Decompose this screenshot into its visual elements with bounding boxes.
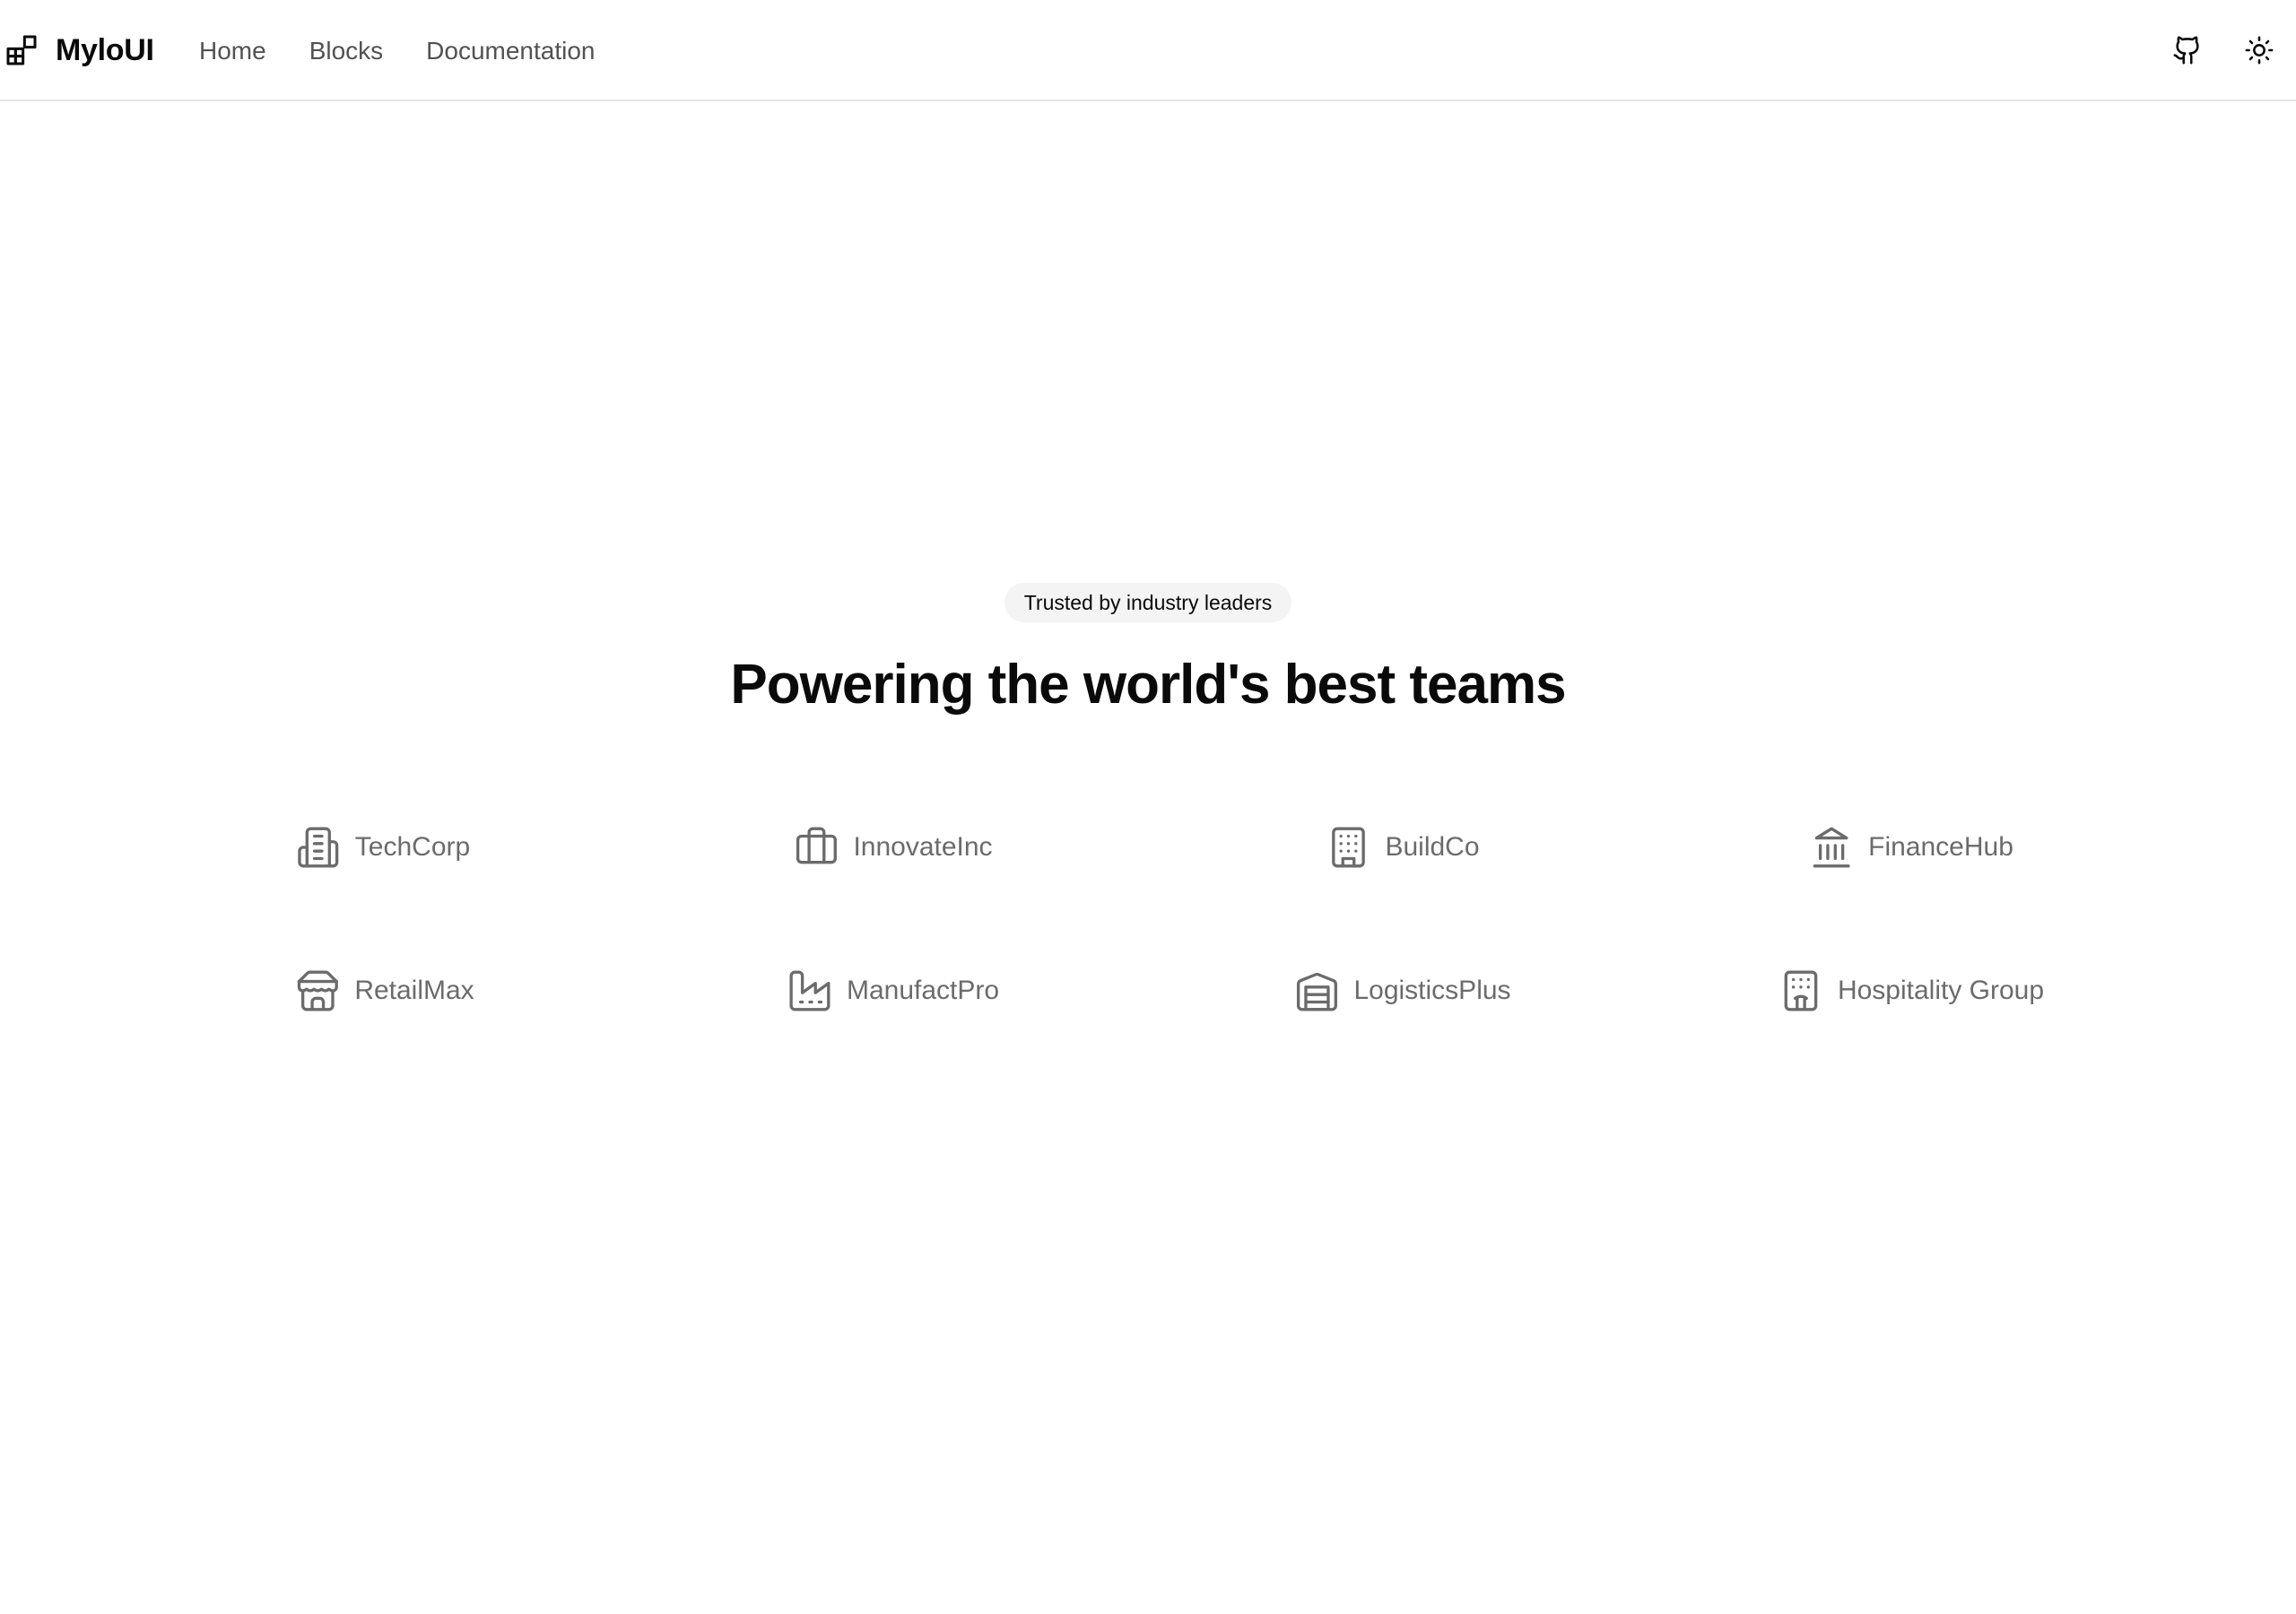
logo-logisticsplus: LogisticsPlus: [1294, 964, 1511, 1018]
site-header: MyloUI Home Blocks Documentation: [0, 0, 2296, 101]
logo-label: RetailMax: [354, 976, 474, 1005]
theme-toggle-button[interactable]: [2234, 25, 2284, 75]
logo-innovateinc: InnovateInc: [794, 820, 993, 874]
trusted-badge: Trusted by industry leaders: [1004, 583, 1292, 622]
sun-icon: [2245, 36, 2274, 65]
brand[interactable]: MyloUI: [4, 32, 154, 68]
store-icon: [297, 970, 338, 1011]
warehouse-icon: [1296, 972, 1337, 1011]
factory-icon: [789, 970, 831, 1011]
bank-icon: [1813, 827, 1850, 868]
logo-hospitality-group: Hospitality Group: [1779, 964, 2044, 1018]
logo-buildco: BuildCo: [1326, 820, 1480, 874]
hero-section: Trusted by industry leaders Powering the…: [0, 583, 2296, 716]
office-building-icon: [1332, 827, 1365, 868]
building-icon: [298, 827, 339, 868]
logo-label: FinanceHub: [1868, 832, 2013, 862]
main-nav: Home Blocks Documentation: [199, 0, 596, 101]
blocks-logo-icon: [6, 35, 37, 65]
hero-title: Powering the world's best teams: [730, 654, 1566, 716]
logo-techcorp: TechCorp: [296, 820, 470, 874]
logo-manufactpro: ManufactPro: [787, 964, 999, 1018]
logo-label: TechCorp: [354, 832, 471, 862]
nav-documentation[interactable]: Documentation: [426, 37, 595, 65]
hotel-icon: [1784, 970, 1818, 1011]
github-icon: [2173, 36, 2199, 65]
logo-label: BuildCo: [1385, 832, 1480, 862]
nav-home[interactable]: Home: [199, 37, 266, 65]
brand-name: MyloUI: [56, 32, 154, 67]
logo-retailmax: RetailMax: [295, 964, 474, 1018]
github-button[interactable]: [2162, 25, 2213, 75]
logo-label: LogisticsPlus: [1353, 976, 1511, 1005]
logo-financehub: FinanceHub: [1809, 820, 2013, 874]
logo-label: InnovateInc: [853, 832, 993, 862]
briefcase-icon: [796, 827, 837, 864]
nav-blocks[interactable]: Blocks: [309, 37, 383, 65]
logo-label: Hospitality Group: [1837, 976, 2045, 1005]
logo-label: ManufactPro: [846, 976, 1000, 1005]
